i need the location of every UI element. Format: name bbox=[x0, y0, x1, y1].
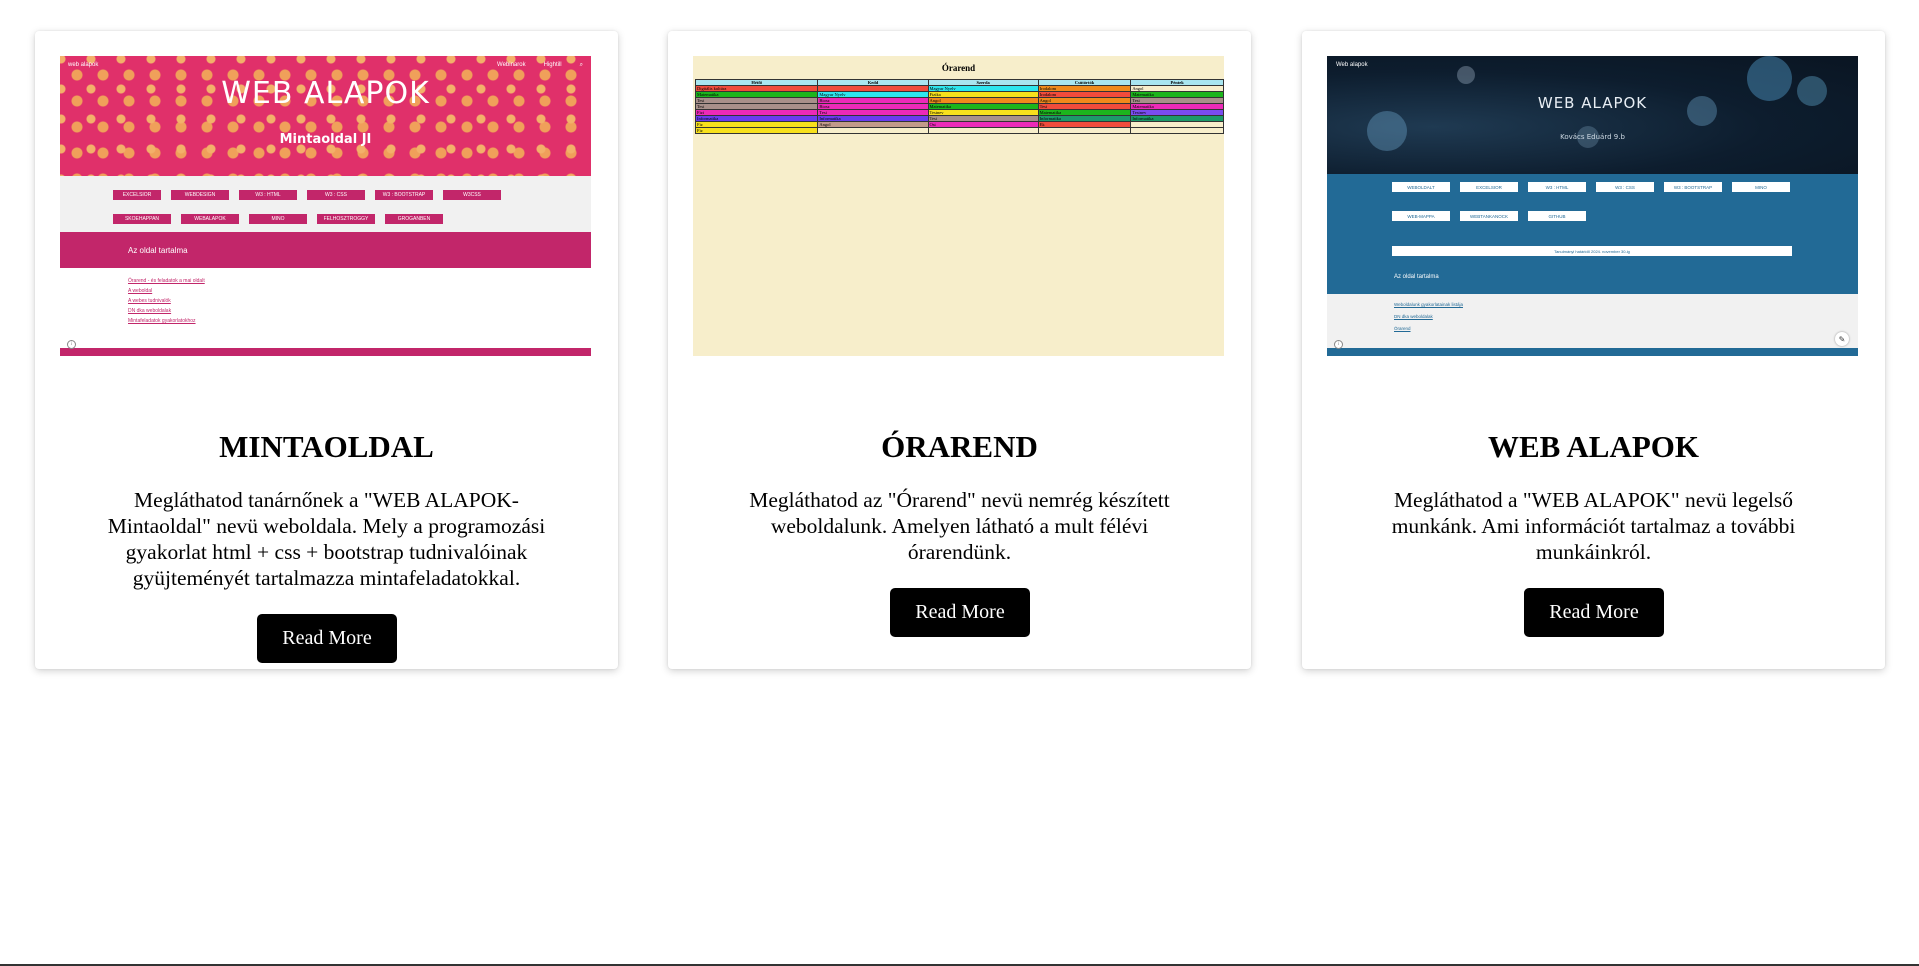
bokeh-light bbox=[1457, 66, 1475, 84]
preview-table-title: Órarend bbox=[941, 63, 976, 73]
preview-body: Weboldalunk gyakorlatainak listája DN dk… bbox=[1327, 294, 1858, 348]
preview-section-title: Az oldal tartalma bbox=[128, 246, 188, 255]
preview-site-nav: web alapok bbox=[68, 62, 99, 68]
preview-link: Órarend bbox=[1394, 326, 1411, 331]
card-title: WEB ALAPOK bbox=[1487, 429, 1699, 464]
timetable-row: Fiz bbox=[694, 127, 1224, 134]
preview-hero-title: WEB ALAPOK bbox=[1537, 94, 1648, 112]
preview-hero-title: WEB ALAPOK bbox=[221, 76, 430, 111]
preview-menu-item: W3 : CSS bbox=[307, 190, 365, 200]
preview-wide-bar: Tanulmányi határidő 2024. november 30-ig bbox=[1392, 246, 1792, 256]
preview-menu-item: WEBTANKANOCK bbox=[1460, 211, 1518, 221]
preview-menu-item: MINO bbox=[1732, 182, 1790, 192]
card-description: Megláthatod tanárnőnek a "WEB ALAPOK-Min… bbox=[107, 488, 546, 590]
card-description: Megláthatod a "WEB ALAPOK" nevü legelső … bbox=[1391, 488, 1796, 564]
timetable-cell bbox=[1037, 127, 1132, 134]
preview-menu-item: SKOEHAPPAN bbox=[113, 214, 171, 224]
preview-hero-subtitle: Mintaoldal JI bbox=[279, 132, 372, 147]
preview-nav-item: Hightill bbox=[543, 62, 562, 68]
timetable-cell bbox=[1130, 127, 1224, 134]
preview-menu-item: W3 : CSS bbox=[1596, 182, 1654, 192]
preview-mintaoldal[interactable]: web alapok Webinarok Hightill ⌕ WEB ALAP… bbox=[60, 56, 591, 356]
preview-hero-subtitle: Kovács Eduárd 9.b bbox=[1560, 133, 1625, 141]
preview-hero: Web alapok WEB ALAPOK Kovács Eduárd 9.b bbox=[1327, 56, 1858, 174]
card-description: Megláthatod az "Órarend" nevü nemrég kés… bbox=[749, 488, 1170, 564]
preview-link: Mintafeladatok gyakorlatokhoz bbox=[128, 318, 196, 324]
preview-page: Órarend Hétfő Kedd Szerda Csütörtök Péntek D… bbox=[693, 56, 1224, 356]
card-web-alapok: Web alapok WEB ALAPOK Kovács Eduárd 9.b … bbox=[1302, 31, 1885, 669]
card-title: ÓRAREND bbox=[881, 429, 1038, 464]
info-icon: i bbox=[1334, 340, 1343, 349]
timetable: Hétfő Kedd Szerda Csütörtök Péntek Digitális… bbox=[694, 79, 1224, 134]
cards-container: web alapok Webinarok Hightill ⌕ WEB ALAP… bbox=[0, 0, 1919, 700]
pencil-icon: ✎ bbox=[1835, 332, 1849, 346]
preview-web-alapok[interactable]: Web alapok WEB ALAPOK Kovács Eduárd 9.b … bbox=[1327, 56, 1858, 356]
polka-dots-2 bbox=[60, 56, 591, 176]
preview-link: Weboldalunk gyakorlatainak listája bbox=[1394, 302, 1463, 307]
read-more-button[interactable]: Read More bbox=[1524, 588, 1664, 637]
preview-link: A webes tudnivalók bbox=[128, 298, 171, 304]
preview-link: DN dka weboldalak bbox=[128, 308, 172, 314]
preview-nav-right: Webinarok Hightill ⌕ bbox=[497, 62, 583, 69]
preview-menu-item: WEBALAPOK bbox=[181, 214, 239, 224]
preview-menu-item: EXCELSIOR bbox=[1460, 182, 1518, 192]
preview-menu-item: WEBDESIGN bbox=[171, 190, 229, 200]
preview-menu-item: W3 : BOOTSTRAP bbox=[1664, 182, 1722, 192]
preview-nav-item: Webinarok bbox=[497, 62, 526, 68]
preview-link: A weboldal bbox=[128, 288, 153, 294]
search-icon: ⌕ bbox=[579, 62, 583, 68]
card-orarend: Órarend Hétfő Kedd Szerda Csütörtök Péntek D… bbox=[668, 31, 1251, 669]
preview-menu-item: MINO bbox=[249, 214, 307, 224]
timetable-cell bbox=[817, 127, 929, 134]
preview-link: DN dka weboldalak bbox=[1394, 314, 1433, 319]
preview-section-band: Az oldal tartalma bbox=[60, 232, 591, 268]
preview-footer bbox=[1327, 348, 1858, 356]
card-title: MINTAOLDAL bbox=[219, 429, 434, 464]
card-mintaoldal: web alapok Webinarok Hightill ⌕ WEB ALAP… bbox=[35, 31, 618, 669]
preview-orarend[interactable]: Órarend Hétfő Kedd Szerda Csütörtök Péntek D… bbox=[693, 56, 1224, 356]
preview-menu-item: EXCELSIOR bbox=[113, 190, 161, 200]
preview-site-nav: Web alapok bbox=[1336, 62, 1368, 68]
info-icon: i bbox=[67, 340, 76, 349]
preview-menu-item: WEBOLDALT bbox=[1392, 182, 1450, 192]
timetable-cell bbox=[927, 127, 1039, 134]
preview-hero: web alapok Webinarok Hightill ⌕ WEB ALAP… bbox=[60, 56, 591, 176]
read-more-button[interactable]: Read More bbox=[890, 588, 1030, 637]
preview-menu-item: W3 : HTML bbox=[239, 190, 297, 200]
preview-menu-item: GROGANBEN bbox=[385, 214, 443, 224]
timetable-cell: Fiz bbox=[694, 127, 819, 134]
preview-menu-item: FELHOSZTROGGY bbox=[317, 214, 375, 224]
preview-menu-item: W3 : HTML bbox=[1528, 182, 1586, 192]
preview-menu-item: GITHUB bbox=[1528, 211, 1586, 221]
preview-section-title: Az oldal tartalma bbox=[1394, 274, 1439, 280]
preview-link: Órarend - és feladatok a mai oldalt bbox=[128, 278, 205, 284]
bokeh-light bbox=[1367, 111, 1407, 151]
preview-menu: EXCELSIOR WEBDESIGN W3 : HTML W3 : CSS W… bbox=[60, 176, 591, 232]
preview-footer bbox=[60, 348, 591, 356]
preview-menu-item: W3CSS bbox=[443, 190, 501, 200]
preview-body: Órarend - és feladatok a mai oldalt A we… bbox=[60, 268, 591, 348]
preview-menu-item: WEB-MAPPA bbox=[1392, 211, 1450, 221]
read-more-button[interactable]: Read More bbox=[257, 614, 397, 663]
preview-menu-item: W3 : BOOTSTRAP bbox=[375, 190, 433, 200]
